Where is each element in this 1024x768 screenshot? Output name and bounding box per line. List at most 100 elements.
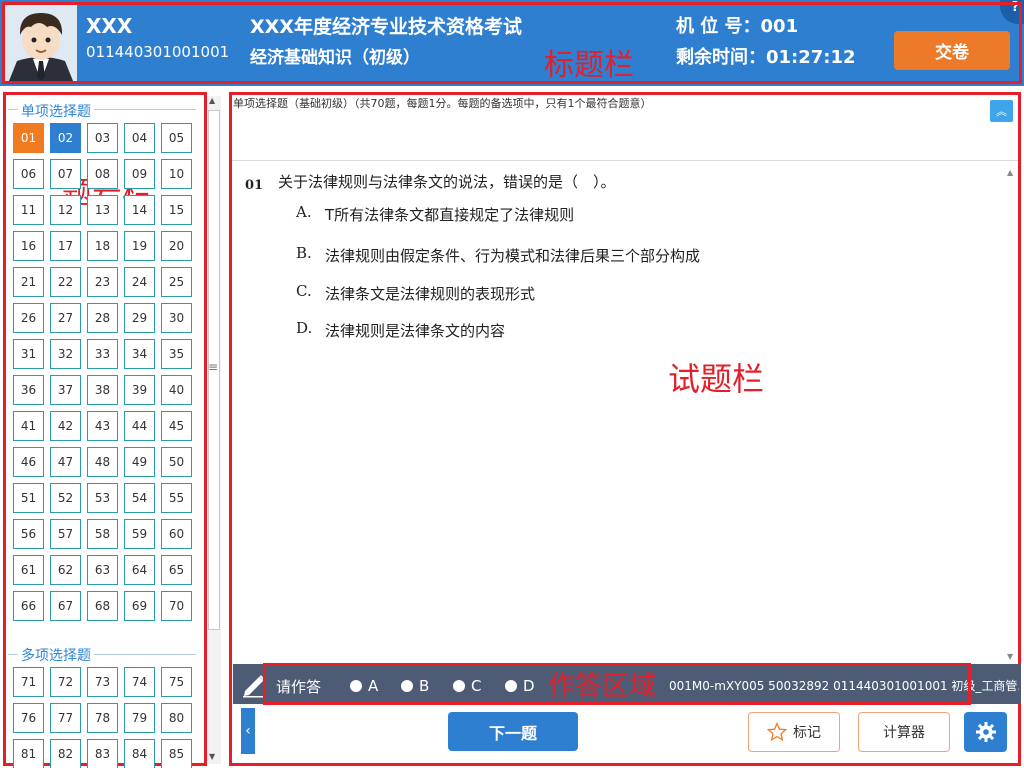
question-number-button[interactable]: 06: [13, 159, 44, 189]
question-number-button[interactable]: 37: [50, 375, 81, 405]
question-number-button[interactable]: 40: [161, 375, 192, 405]
previous-question-button[interactable]: ‹: [241, 708, 255, 754]
question-number-button[interactable]: 01: [13, 123, 44, 153]
answer-option-d[interactable]: D: [505, 677, 535, 695]
scroll-up-icon[interactable]: ▲: [209, 96, 215, 105]
question-number-button[interactable]: 10: [161, 159, 192, 189]
question-number-button[interactable]: 34: [124, 339, 155, 369]
question-number-button[interactable]: 53: [87, 483, 118, 513]
answer-option-c[interactable]: C: [453, 677, 481, 695]
question-number-button[interactable]: 02: [50, 123, 81, 153]
question-number-button[interactable]: 21: [13, 267, 44, 297]
question-number-button[interactable]: 81: [13, 739, 44, 768]
question-number-button[interactable]: 57: [50, 519, 81, 549]
question-number-button[interactable]: 04: [124, 123, 155, 153]
question-number-button[interactable]: 52: [50, 483, 81, 513]
question-number-button[interactable]: 80: [161, 703, 192, 733]
question-number-button[interactable]: 05: [161, 123, 192, 153]
question-number-button[interactable]: 85: [161, 739, 192, 768]
question-number-button[interactable]: 22: [50, 267, 81, 297]
question-number-button[interactable]: 62: [50, 555, 81, 585]
question-number-button[interactable]: 56: [13, 519, 44, 549]
question-number-button[interactable]: 65: [161, 555, 192, 585]
question-number-button[interactable]: 32: [50, 339, 81, 369]
radio-icon[interactable]: [401, 680, 413, 692]
question-number-button[interactable]: 77: [50, 703, 81, 733]
question-number-button[interactable]: 72: [50, 667, 81, 697]
question-number-button[interactable]: 64: [124, 555, 155, 585]
question-number-button[interactable]: 50: [161, 447, 192, 477]
mark-question-button[interactable]: 标记: [748, 712, 840, 752]
radio-icon[interactable]: [505, 680, 517, 692]
question-number-button[interactable]: 70: [161, 591, 192, 621]
question-number-button[interactable]: 82: [50, 739, 81, 768]
question-number-button[interactable]: 71: [13, 667, 44, 697]
question-number-button[interactable]: 79: [124, 703, 155, 733]
question-number-button[interactable]: 19: [124, 231, 155, 261]
question-number-button[interactable]: 30: [161, 303, 192, 333]
question-number-button[interactable]: 38: [87, 375, 118, 405]
question-number-button[interactable]: 39: [124, 375, 155, 405]
scroll-down-icon[interactable]: ▼: [1007, 652, 1013, 661]
question-number-button[interactable]: 83: [87, 739, 118, 768]
question-number-button[interactable]: 58: [87, 519, 118, 549]
question-number-button[interactable]: 49: [124, 447, 155, 477]
question-number-button[interactable]: 84: [124, 739, 155, 768]
question-number-button[interactable]: 24: [124, 267, 155, 297]
question-number-button[interactable]: 33: [87, 339, 118, 369]
question-number-button[interactable]: 68: [87, 591, 118, 621]
question-number-button[interactable]: 75: [161, 667, 192, 697]
question-number-button[interactable]: 45: [161, 411, 192, 441]
scroll-down-icon[interactable]: ▼: [209, 752, 215, 761]
question-number-button[interactable]: 26: [13, 303, 44, 333]
question-number-button[interactable]: 46: [13, 447, 44, 477]
question-number-button[interactable]: 29: [124, 303, 155, 333]
question-number-button[interactable]: 14: [124, 195, 155, 225]
question-number-button[interactable]: 09: [124, 159, 155, 189]
radio-icon[interactable]: [350, 680, 362, 692]
question-number-button[interactable]: 55: [161, 483, 192, 513]
question-number-button[interactable]: 47: [50, 447, 81, 477]
submit-exam-button[interactable]: 交卷: [894, 31, 1010, 70]
sidebar-scrollbar[interactable]: ▲ ▼: [207, 96, 221, 764]
question-number-button[interactable]: 76: [13, 703, 44, 733]
question-number-button[interactable]: 59: [124, 519, 155, 549]
calculator-button[interactable]: 计算器: [858, 712, 950, 752]
question-number-button[interactable]: 23: [87, 267, 118, 297]
question-number-button[interactable]: 17: [50, 231, 81, 261]
question-number-button[interactable]: 66: [13, 591, 44, 621]
question-number-button[interactable]: 36: [13, 375, 44, 405]
question-number-button[interactable]: 73: [87, 667, 118, 697]
radio-icon[interactable]: [453, 680, 465, 692]
answer-option-b[interactable]: B: [401, 677, 429, 695]
question-number-button[interactable]: 31: [13, 339, 44, 369]
question-number-button[interactable]: 25: [161, 267, 192, 297]
question-number-button[interactable]: 41: [13, 411, 44, 441]
question-number-button[interactable]: 78: [87, 703, 118, 733]
question-number-button[interactable]: 74: [124, 667, 155, 697]
question-number-button[interactable]: 27: [50, 303, 81, 333]
question-number-button[interactable]: 51: [13, 483, 44, 513]
question-number-button[interactable]: 13: [87, 195, 118, 225]
question-number-button[interactable]: 48: [87, 447, 118, 477]
question-number-button[interactable]: 61: [13, 555, 44, 585]
question-number-button[interactable]: 69: [124, 591, 155, 621]
answer-option-a[interactable]: A: [350, 677, 378, 695]
question-number-button[interactable]: 03: [87, 123, 118, 153]
question-number-button[interactable]: 07: [50, 159, 81, 189]
question-number-button[interactable]: 63: [87, 555, 118, 585]
question-number-button[interactable]: 60: [161, 519, 192, 549]
settings-button[interactable]: [964, 712, 1007, 752]
question-number-button[interactable]: 15: [161, 195, 192, 225]
question-number-button[interactable]: 16: [13, 231, 44, 261]
question-number-button[interactable]: 28: [87, 303, 118, 333]
question-number-button[interactable]: 35: [161, 339, 192, 369]
panel-resize-handle[interactable]: ≡: [208, 360, 218, 374]
question-number-button[interactable]: 43: [87, 411, 118, 441]
question-scrollbar[interactable]: ▲ ▼: [1004, 166, 1018, 664]
question-number-button[interactable]: 08: [87, 159, 118, 189]
question-number-button[interactable]: 44: [124, 411, 155, 441]
next-question-button[interactable]: 下一题: [448, 712, 578, 751]
question-number-button[interactable]: 11: [13, 195, 44, 225]
question-number-button[interactable]: 18: [87, 231, 118, 261]
